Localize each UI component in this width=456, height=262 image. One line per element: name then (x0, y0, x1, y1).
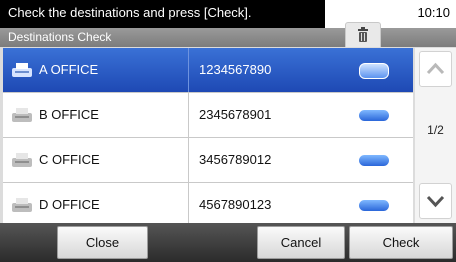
fax-device-icon (12, 198, 32, 212)
scroll-panel: 1/2 (415, 48, 456, 223)
check-status-indicator (359, 155, 389, 166)
clock: 10:10 (417, 5, 450, 20)
check-status-indicator (359, 110, 389, 121)
check-status-indicator (359, 200, 389, 211)
column-divider (188, 183, 189, 227)
destination-number: 2345678901 (199, 107, 272, 122)
scroll-up-button[interactable] (419, 51, 452, 87)
destination-name: A OFFICE (39, 62, 99, 77)
delete-button[interactable] (345, 22, 381, 47)
fax-device-icon (12, 108, 32, 122)
instruction-message: Check the destinations and press [Check]… (0, 0, 325, 28)
page-indicator: 1/2 (427, 123, 444, 137)
destination-name: D OFFICE (39, 197, 100, 212)
check-button[interactable]: Check (349, 226, 453, 259)
chevron-down-icon (426, 195, 445, 208)
destination-name: B OFFICE (39, 107, 99, 122)
fax-device-icon (12, 63, 32, 77)
trash-icon (358, 27, 368, 42)
destination-number: 4567890123 (199, 197, 272, 212)
column-divider (188, 138, 189, 182)
status-bar: Check the destinations and press [Check]… (0, 0, 456, 28)
scroll-down-button[interactable] (419, 183, 452, 219)
destination-number: 3456789012 (199, 152, 272, 167)
fax-device-icon (12, 153, 32, 167)
destination-row-d-office[interactable]: D OFFICE 4567890123 (3, 183, 413, 228)
cancel-button[interactable]: Cancel (257, 226, 345, 259)
bottom-bar: Close Cancel Check (0, 223, 456, 262)
page-title: Destinations Check (8, 30, 112, 44)
destination-number: 1234567890 (199, 62, 272, 77)
check-status-indicator (359, 63, 389, 79)
destination-row-b-office[interactable]: B OFFICE 2345678901 (3, 93, 413, 138)
close-button[interactable]: Close (57, 226, 148, 259)
chevron-up-icon (426, 62, 445, 75)
column-divider (188, 48, 189, 92)
destination-row-c-office[interactable]: C OFFICE 3456789012 (3, 138, 413, 183)
destination-row-a-office[interactable]: A OFFICE 1234567890 (3, 48, 413, 93)
destination-name: C OFFICE (39, 152, 100, 167)
column-divider (188, 93, 189, 137)
title-bar: Destinations Check (0, 28, 456, 47)
